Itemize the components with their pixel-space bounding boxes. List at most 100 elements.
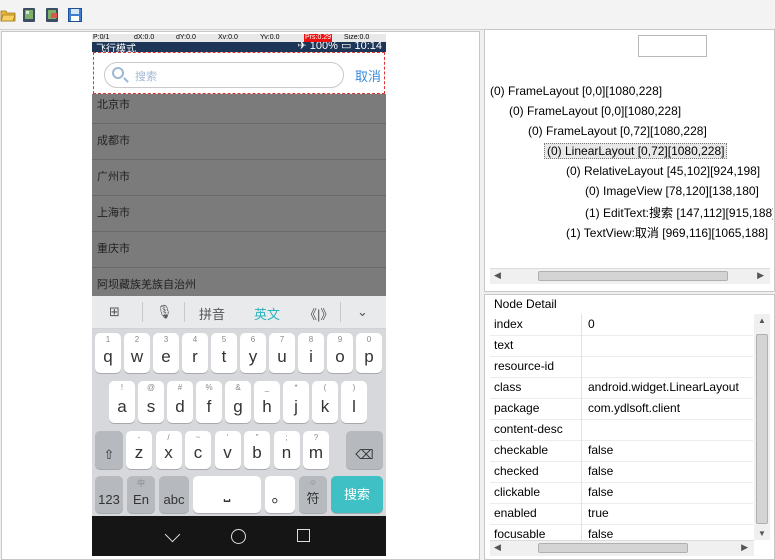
key-label: c	[193, 443, 203, 462]
key-o[interactable]: 9o	[327, 333, 353, 373]
detail-row-resource-id[interactable]: resource-id	[490, 356, 753, 378]
key-label: j	[294, 397, 298, 416]
tree-node[interactable]: (1) EditText:搜索 [147,112][915,188]	[585, 204, 773, 221]
key-v[interactable]: ' v	[214, 431, 241, 469]
city-item[interactable]: 重庆市	[92, 232, 386, 268]
key-a[interactable]: ! a	[109, 381, 135, 423]
tree-node[interactable]: (0) FrameLayout [0,0][1080,228]	[509, 104, 681, 118]
pinyin-mode[interactable]: 拼音	[199, 304, 225, 323]
node-detail-title: Node Detail	[494, 297, 557, 311]
scroll-left-icon[interactable]: ◀	[494, 542, 501, 553]
scroll-left-icon[interactable]: ◀	[494, 270, 501, 281]
tree-node[interactable]: (0) ImageView [78,120][138,180]	[585, 184, 773, 198]
pointer-debug-bar: P:0/1 dX:0.0 dY:0.0 Xv:0.0 Yv:0.0 Prs:0.…	[92, 34, 386, 42]
detail-row-checkable[interactable]: checkable false	[490, 440, 753, 462]
key-m[interactable]: ? m	[303, 431, 329, 469]
keyboard-menu-icon[interactable]: ⊞	[109, 304, 120, 320]
key-i[interactable]: 8i	[298, 333, 324, 373]
key-j[interactable]: * j	[283, 381, 309, 423]
backspace-key[interactable]: ⌫	[346, 431, 383, 469]
folder-open-icon[interactable]	[0, 7, 16, 23]
scroll-down-icon[interactable]: ▼	[758, 529, 766, 538]
key-k[interactable]: (k	[312, 381, 338, 423]
key-sublabel: ☺	[308, 478, 318, 487]
key-l[interactable]: ) l	[341, 381, 367, 423]
city-item[interactable]: 北京市	[92, 88, 386, 124]
scrollbar-thumb[interactable]	[538, 271, 728, 281]
key-label: En	[133, 492, 149, 507]
detail-row-class[interactable]: class android.widget.LinearLayout	[490, 377, 753, 399]
key-f[interactable]: % f	[196, 381, 222, 423]
key-p[interactable]: 0p	[356, 333, 382, 373]
microphone-icon[interactable]: 🎙	[156, 304, 173, 320]
detail-row-text[interactable]: text	[490, 335, 753, 357]
key-sublabel: '	[226, 433, 229, 442]
detail-row-enabled[interactable]: enabled true	[490, 503, 753, 525]
key-q[interactable]: 1q	[95, 333, 121, 373]
key-g[interactable]: & g	[225, 381, 251, 423]
detail-row-checked[interactable]: checked false	[490, 461, 753, 483]
english-mode[interactable]: 英文	[254, 304, 280, 323]
scroll-right-icon[interactable]: ▶	[741, 542, 748, 553]
key-label: m	[308, 443, 324, 462]
tree-node[interactable]: (0) FrameLayout [0,72][1080,228]	[528, 124, 707, 138]
device-screenshot-compressed-icon[interactable]	[44, 7, 60, 23]
tree-filter-input[interactable]	[638, 35, 707, 57]
key-c[interactable]: ~ c	[185, 431, 211, 469]
device-screenshot-icon[interactable]	[21, 7, 37, 23]
tree-horizontal-scrollbar[interactable]: ◀ ▶	[490, 268, 770, 284]
detail-row-index[interactable]: index 0	[490, 314, 753, 336]
nav-back-icon[interactable]	[164, 526, 181, 543]
detail-vertical-scrollbar[interactable]: ▲ ▼	[754, 314, 770, 540]
detail-row-package[interactable]: package com.ydlsoft.client	[490, 398, 753, 420]
detail-row-content-desc[interactable]: content-desc	[490, 419, 753, 441]
key-u[interactable]: 7u	[269, 333, 295, 373]
detail-row-clickable[interactable]: clickable false	[490, 482, 753, 504]
search-go-key[interactable]: 搜索	[331, 476, 383, 513]
key-w[interactable]: 2w	[124, 333, 150, 373]
scrollbar-thumb[interactable]	[538, 543, 688, 553]
tree-node[interactable]: (1) TextView:取消 [969,116][1065,188]	[566, 224, 773, 241]
key-x[interactable]: / x	[155, 431, 182, 469]
abc-key[interactable]: abc	[159, 476, 189, 513]
key-y[interactable]: 6y	[240, 333, 266, 373]
city-item[interactable]: 广州市	[92, 160, 386, 196]
city-label: 阿坝藏族羌族自治州	[97, 279, 196, 291]
scroll-right-icon[interactable]: ▶	[757, 270, 764, 281]
keyboard-hide-icon[interactable]: ⌄	[357, 304, 368, 320]
key-n[interactable]: ; n	[273, 431, 300, 469]
period-key[interactable]: 。	[265, 476, 295, 513]
shift-icon: ⇧	[103, 447, 115, 462]
key-s[interactable]: @ s	[138, 381, 164, 423]
scrollbar-thumb[interactable]	[756, 334, 768, 524]
device-screen[interactable]: 飞行模式 ✈ 100% ▭ 10:14 P:0/1 dX:0.0 dY:0.0 …	[92, 34, 386, 556]
cursor-control[interactable]: 《|》	[304, 304, 333, 323]
key-label: h	[262, 397, 272, 416]
key-d[interactable]: # d	[167, 381, 193, 423]
symbol-key[interactable]: ☺ 符	[299, 476, 327, 513]
key-sublabel: 8	[308, 335, 314, 344]
key-b[interactable]: " b	[244, 431, 270, 469]
key-h[interactable]: _ h	[254, 381, 280, 423]
language-key[interactable]: 中 En	[127, 476, 155, 513]
save-icon[interactable]	[67, 7, 83, 23]
tree-node-selected[interactable]: (0) LinearLayout [0,72][1080,228]	[544, 143, 728, 159]
detail-key: checked	[494, 464, 539, 478]
key-e[interactable]: 3e	[153, 333, 179, 373]
key-label: z	[134, 443, 144, 462]
nav-recents-icon[interactable]	[297, 529, 310, 542]
nav-home-icon[interactable]	[231, 529, 246, 544]
key-t[interactable]: 5t	[211, 333, 237, 373]
numbers-key[interactable]: 123	[95, 476, 123, 513]
scroll-up-icon[interactable]: ▲	[758, 316, 766, 325]
tree-node[interactable]: (0) RelativeLayout [45,102][924,198]	[566, 164, 773, 178]
detail-horizontal-scrollbar[interactable]: ◀ ▶	[490, 540, 754, 556]
detail-row-focusable[interactable]: focusable false	[490, 524, 753, 540]
key-z[interactable]: -z	[126, 431, 152, 469]
city-item[interactable]: 成都市	[92, 124, 386, 160]
space-key[interactable]: ⎵	[193, 476, 261, 513]
city-item[interactable]: 上海市	[92, 196, 386, 232]
tree-node[interactable]: (0) FrameLayout [0,0][1080,228]	[490, 84, 662, 98]
shift-key[interactable]: ⇧	[95, 431, 123, 469]
key-r[interactable]: 4r	[182, 333, 208, 373]
